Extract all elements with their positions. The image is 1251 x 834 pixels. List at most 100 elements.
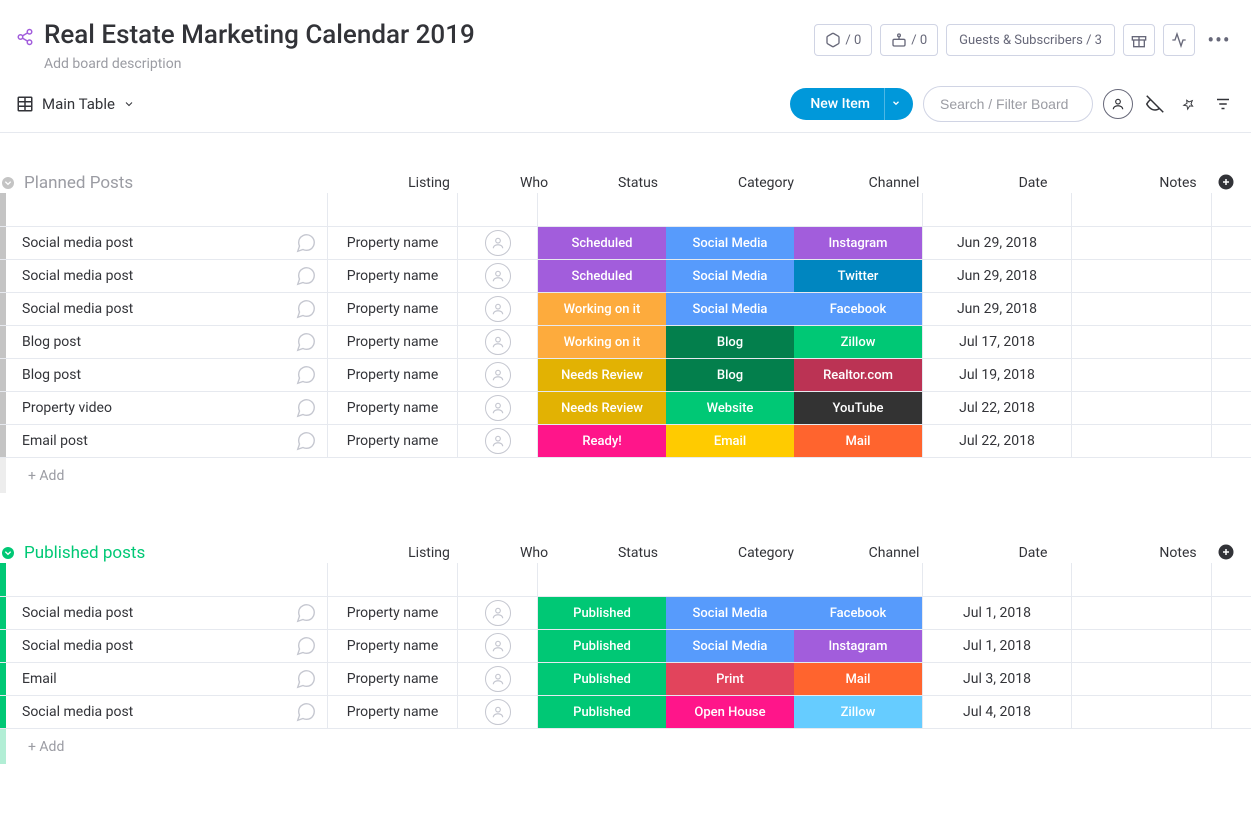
cell-category[interactable]: Social Media [666,260,794,292]
cell-date[interactable]: Jul 17, 2018 [922,326,1072,358]
chat-icon[interactable] [295,430,317,456]
more-icon[interactable]: ••• [1203,24,1235,56]
cell-status[interactable]: Published [538,630,666,662]
col-category[interactable]: Category [702,545,830,561]
chat-icon[interactable] [295,265,317,291]
cell-listing[interactable]: Property name [328,663,458,695]
cell-channel empty[interactable] [794,193,922,226]
cell-status[interactable]: Published [538,663,666,695]
chat-icon[interactable] [295,331,317,357]
cell-name[interactable]: Property video [6,392,328,424]
cell-notes empty[interactable] [1072,193,1212,226]
col-category[interactable]: Category [702,175,830,191]
person-filter-icon[interactable] [1103,89,1133,119]
cell-listing[interactable]: Property name [328,630,458,662]
cell-channel[interactable]: Twitter [794,260,922,292]
cell-status[interactable]: Scheduled [538,227,666,259]
collapse-icon[interactable] [0,545,16,565]
cell-listing[interactable]: Property name [328,227,458,259]
view-select[interactable]: Main Table [16,95,135,113]
cell-status[interactable]: Working on it [538,293,666,325]
cell-date[interactable]: Jul 22, 2018 [922,392,1072,424]
cell-date[interactable]: Jul 1, 2018 [922,597,1072,629]
chat-icon[interactable] [295,232,317,258]
search-input[interactable] [923,86,1093,122]
cell-notes empty[interactable] [1072,563,1212,596]
cell-name[interactable]: Blog post [6,326,328,358]
cell-who empty[interactable] [458,193,538,226]
cell-category[interactable]: Open House [666,696,794,728]
new-item-dropdown[interactable] [884,88,913,120]
cell-status[interactable]: Ready! [538,425,666,457]
cell-who[interactable] [458,260,538,292]
cell-date[interactable]: Jun 29, 2018 [922,227,1072,259]
cell-listing[interactable]: Property name [328,260,458,292]
cell-who[interactable] [458,425,538,457]
cell-listing[interactable]: Property name [328,359,458,391]
cell-category[interactable]: Social Media [666,227,794,259]
cell-status[interactable]: Scheduled [538,260,666,292]
cell-status empty[interactable] [538,563,666,596]
cell-channel[interactable]: Facebook [794,597,922,629]
add-row[interactable]: + Add [0,457,1251,493]
add-row[interactable]: + Add [0,728,1251,764]
cell-date[interactable]: Jul 1, 2018 [922,630,1072,662]
board-description[interactable]: Add board description [44,56,475,72]
cell-category[interactable]: Social Media [666,597,794,629]
cell-channel empty[interactable] [794,563,922,596]
cell-date empty[interactable] [922,563,1072,596]
chat-icon[interactable] [295,701,317,727]
col-status[interactable]: Status [574,175,702,191]
cell-category[interactable]: Social Media [666,630,794,662]
cell-who[interactable] [458,696,538,728]
cell-who[interactable] [458,359,538,391]
cell-notes[interactable] [1072,293,1212,325]
cell-channel[interactable]: YouTube [794,392,922,424]
col-channel[interactable]: Channel [830,545,958,561]
cell-status[interactable]: Needs Review [538,359,666,391]
cell-name[interactable]: Social media post [6,293,328,325]
cell-date[interactable]: Jul 19, 2018 [922,359,1072,391]
cell-listing[interactable]: Property name [328,597,458,629]
cell-listing[interactable]: Property name [328,696,458,728]
chat-icon[interactable] [295,364,317,390]
add-column-icon[interactable] [1217,543,1235,565]
guests-subscribers-btn[interactable]: Guests & Subscribers / 3 [946,24,1115,56]
board-title[interactable]: Real Estate Marketing Calendar 2019 [44,20,475,50]
cell-name[interactable]: Email post [6,425,328,457]
automations-btn[interactable]: / 0 [880,24,938,56]
cell-channel[interactable]: Zillow [794,696,922,728]
cell-name[interactable]: Email [6,663,328,695]
chat-icon[interactable] [295,602,317,628]
cell-name[interactable]: Social media post [6,630,328,662]
cell-category[interactable]: Email [666,425,794,457]
cell-notes[interactable] [1072,663,1212,695]
col-channel[interactable]: Channel [830,175,958,191]
cell-notes[interactable] [1072,359,1212,391]
cell-status[interactable]: Published [538,597,666,629]
cell-channel[interactable]: Mail [794,663,922,695]
cell-notes[interactable] [1072,260,1212,292]
cell-name empty[interactable] [6,193,328,226]
chat-icon[interactable] [295,635,317,661]
activity-icon[interactable] [1163,24,1195,56]
cell-date[interactable]: Jul 4, 2018 [922,696,1072,728]
gift-icon[interactable] [1123,24,1155,56]
cell-channel[interactable]: Instagram [794,630,922,662]
cell-date[interactable]: Jul 3, 2018 [922,663,1072,695]
cell-who[interactable] [458,227,538,259]
cell-channel[interactable]: Facebook [794,293,922,325]
cell-who[interactable] [458,293,538,325]
chat-icon[interactable] [295,298,317,324]
cell-notes[interactable] [1072,326,1212,358]
col-who[interactable]: Who [494,545,574,561]
cell-channel[interactable]: Instagram [794,227,922,259]
cell-listing empty[interactable] [328,193,458,226]
cell-name[interactable]: Social media post [6,597,328,629]
cell-who[interactable] [458,326,538,358]
cell-who[interactable] [458,392,538,424]
chat-icon[interactable] [295,397,317,423]
cell-notes[interactable] [1072,696,1212,728]
group-title[interactable]: Published posts [24,543,364,563]
cell-listing[interactable]: Property name [328,293,458,325]
